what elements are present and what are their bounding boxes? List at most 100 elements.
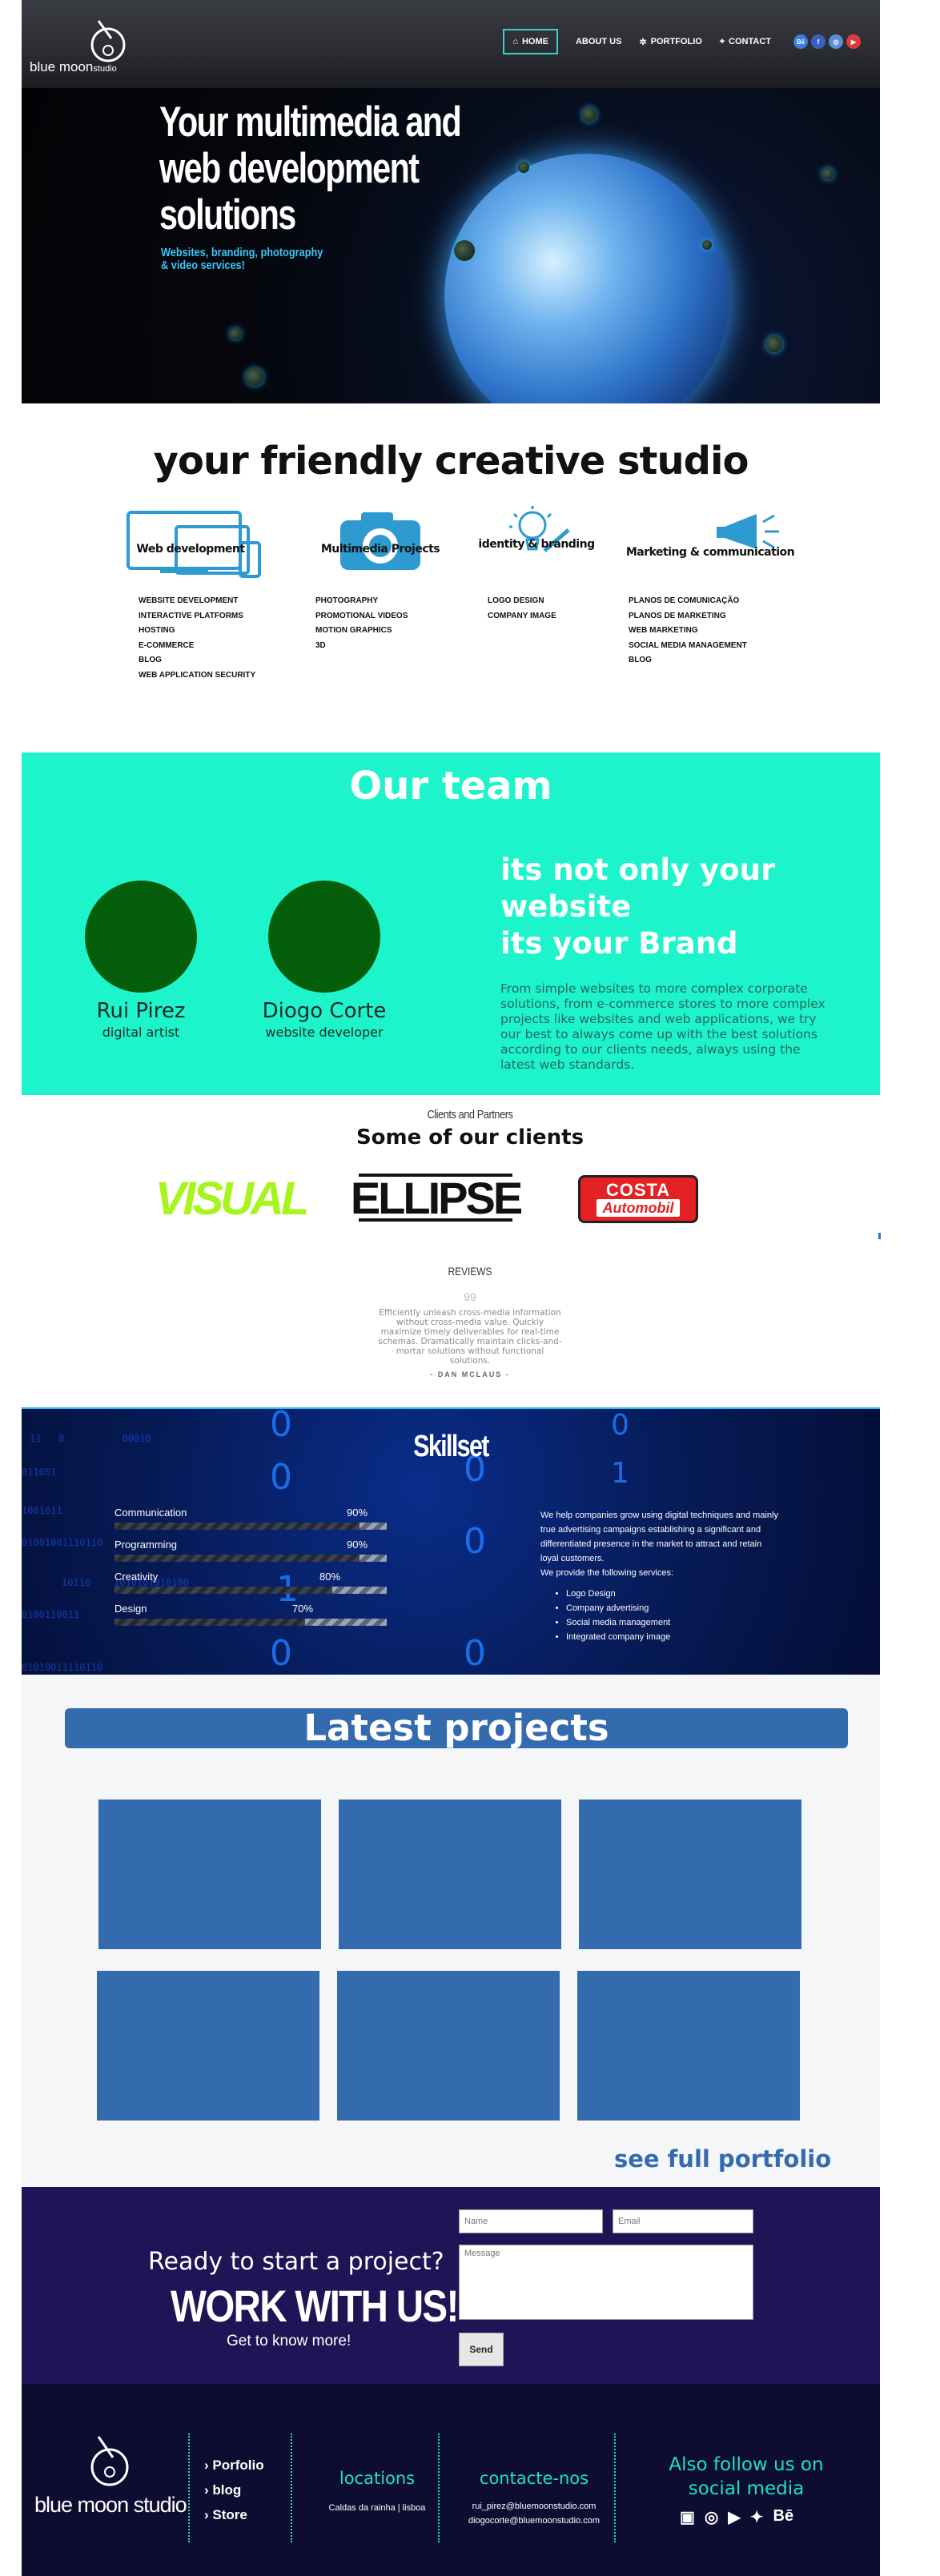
footer-social: ▣ ◎ ▶ ✦ Bē [680,2507,793,2527]
skill-bar [114,1555,387,1562]
list-item: HOSTING [139,626,175,635]
nav-home[interactable]: ⌂ HOME [503,29,558,54]
instagram-icon[interactable]: ◎ [829,34,843,49]
email-link[interactable]: diogocorte@bluemoonstudio.com [454,2514,614,2528]
service-branding: identity & branding LOGO DESIGN COMPANY … [452,503,621,624]
team-member: Diogo Corte website developer [240,881,408,1040]
gear-icon: ✲ [639,37,647,47]
projects-section: Latest projects see full portfolio [22,1675,880,2187]
email-link[interactable]: rui_pirez@bluemoonstudio.com [454,2499,614,2514]
hero-banner: Your multimedia and web development solu… [22,88,880,403]
behance-icon[interactable]: Bē [773,2507,794,2527]
follow-us: Also follow us on social media [650,2453,842,2501]
client-logo-ellipse[interactable]: ELLIPSE [351,1173,523,1223]
cta-ready: Ready to start a project? [148,2248,444,2276]
locations-title: locations [339,2469,416,2488]
message-field[interactable] [459,2245,753,2320]
service-label: Marketing & communication [625,546,795,559]
skill-row: Programming 90% [114,1539,387,1571]
service-label: identity & branding [478,538,595,551]
skill-percent: 70% [292,1603,314,1615]
nav-contact-label: CONTACT [729,37,771,46]
site-footer: blue moon studio › Porfolio › blog › Sto… [22,2384,880,2576]
pin-icon: ⌖ [719,36,725,46]
see-full-portfolio-link[interactable]: see full portfolio [614,2145,831,2173]
binary-decoration: 0 [270,1633,292,1674]
list-item: Integrated company image [566,1630,670,1644]
list-item: WEB MARKETING [629,626,698,635]
contact-section: Ready to start a project? WORK WITH US! … [22,2187,880,2384]
name-field[interactable] [459,2209,603,2233]
youtube-icon[interactable]: ▶ [728,2507,740,2527]
reviews-title: REVIEWS [448,1265,492,1278]
nav-portfolio[interactable]: ✲ PORTFOLIO [639,37,701,47]
skillset-description: We help companies grow using digital tec… [540,1508,781,1580]
carousel-arrow[interactable] [878,1233,881,1239]
binary-decoration: 01001001110110 [22,1537,103,1548]
client-logo-visual[interactable]: VISUAL [155,1173,310,1225]
project-tile[interactable] [97,1971,319,2121]
review-text: Efficiently unleash cross-media informat… [378,1308,562,1366]
whatsapp-icon[interactable]: ◎ [705,2507,718,2527]
logo-name: blue moon [30,59,94,74]
list-item: MOTION GRAPHICS [315,626,392,635]
binary-decoration: 0100110011 [22,1609,80,1620]
main-nav: ⌂ HOME ABOUT US ✲ PORTFOLIO ⌖ CONTACT Bē… [503,29,861,54]
footer-link-blog[interactable]: › blog [204,2478,264,2502]
locations-text: Caldas da rainha | lisboa [328,2503,426,2513]
brand-heading: its not only your website its your Brand [500,852,845,962]
planet-decoration [230,328,241,339]
clients-title: Some of our clients [356,1125,584,1150]
list-item: INTERACTIVE PLATFORMS [139,611,243,620]
skill-label: Programming [114,1539,178,1551]
project-tile[interactable] [98,1800,321,1949]
hero-subtitle: Websites, branding, photography & video … [161,246,323,272]
footer-links: › Porfolio › blog › Store [204,2453,264,2527]
project-tile[interactable] [339,1800,561,1949]
footer-link-portfolio[interactable]: › Porfolio [204,2453,264,2478]
skillset-services-list: Logo Design Company advertising Social m… [566,1587,670,1644]
list-item: Company advertising [566,1601,670,1615]
planet-decoration [518,162,529,173]
footer-logo-icon[interactable] [78,2430,142,2494]
cta-know-more[interactable]: Get to know more! [227,2333,351,2350]
planet-decoration [582,107,597,122]
nav-about[interactable]: ABOUT US [576,37,621,46]
skill-percent: 80% [319,1571,341,1583]
brand-line: its not only your [500,853,776,887]
brand-line: its your Brand [500,926,738,961]
facebook-icon[interactable]: f [811,34,826,49]
footer-link-store[interactable]: › Store [204,2502,264,2527]
project-tile[interactable] [579,1800,801,1949]
behance-icon[interactable]: Bē [793,34,808,49]
site-header: blue moonstudio ⌂ HOME ABOUT US ✲ PORTFO… [22,0,880,88]
client-logo-costa[interactable]: COSTA Automobil [578,1175,698,1223]
project-tile[interactable] [337,1971,560,2121]
service-marketing: Marketing & communication PLANOS DE COMU… [614,503,806,668]
project-tile[interactable] [577,1971,800,2121]
twitter-icon[interactable]: ✦ [750,2507,764,2527]
facebook-icon[interactable]: ▣ [680,2507,695,2527]
nav-contact[interactable]: ⌖ CONTACT [720,37,771,47]
footer-divider [438,2434,440,2542]
footer-divider [614,2434,616,2542]
brand-line: website [500,889,632,924]
binary-decoration: 0 [464,1633,486,1674]
skill-row: Communication 90% [114,1507,387,1539]
logo-text[interactable]: blue moonstudio [30,59,117,75]
list-item: COMPANY IMAGE [488,611,556,620]
list-item: WEB APPLICATION SECURITY [139,670,256,680]
send-button[interactable]: Send [459,2333,504,2366]
services-section: Web development WEBSITE DEVELOPMENT INTE… [116,503,813,711]
home-icon: ⌂ [512,37,518,46]
skill-label: Communication [114,1507,187,1519]
skill-bar [114,1619,387,1626]
service-list: PLANOS DE COMUNICAÇÃO PLANOS DE MARKETIN… [629,594,806,668]
clients-small-title: Clients and Partners [427,1108,513,1121]
email-field[interactable] [613,2209,753,2233]
skill-row: Design 70% [114,1603,387,1635]
skill-percent: 90% [347,1539,368,1551]
nav-about-label: ABOUT US [575,37,622,46]
projects-title: Latest projects [65,1708,848,1748]
youtube-icon[interactable]: ▶ [846,34,861,49]
